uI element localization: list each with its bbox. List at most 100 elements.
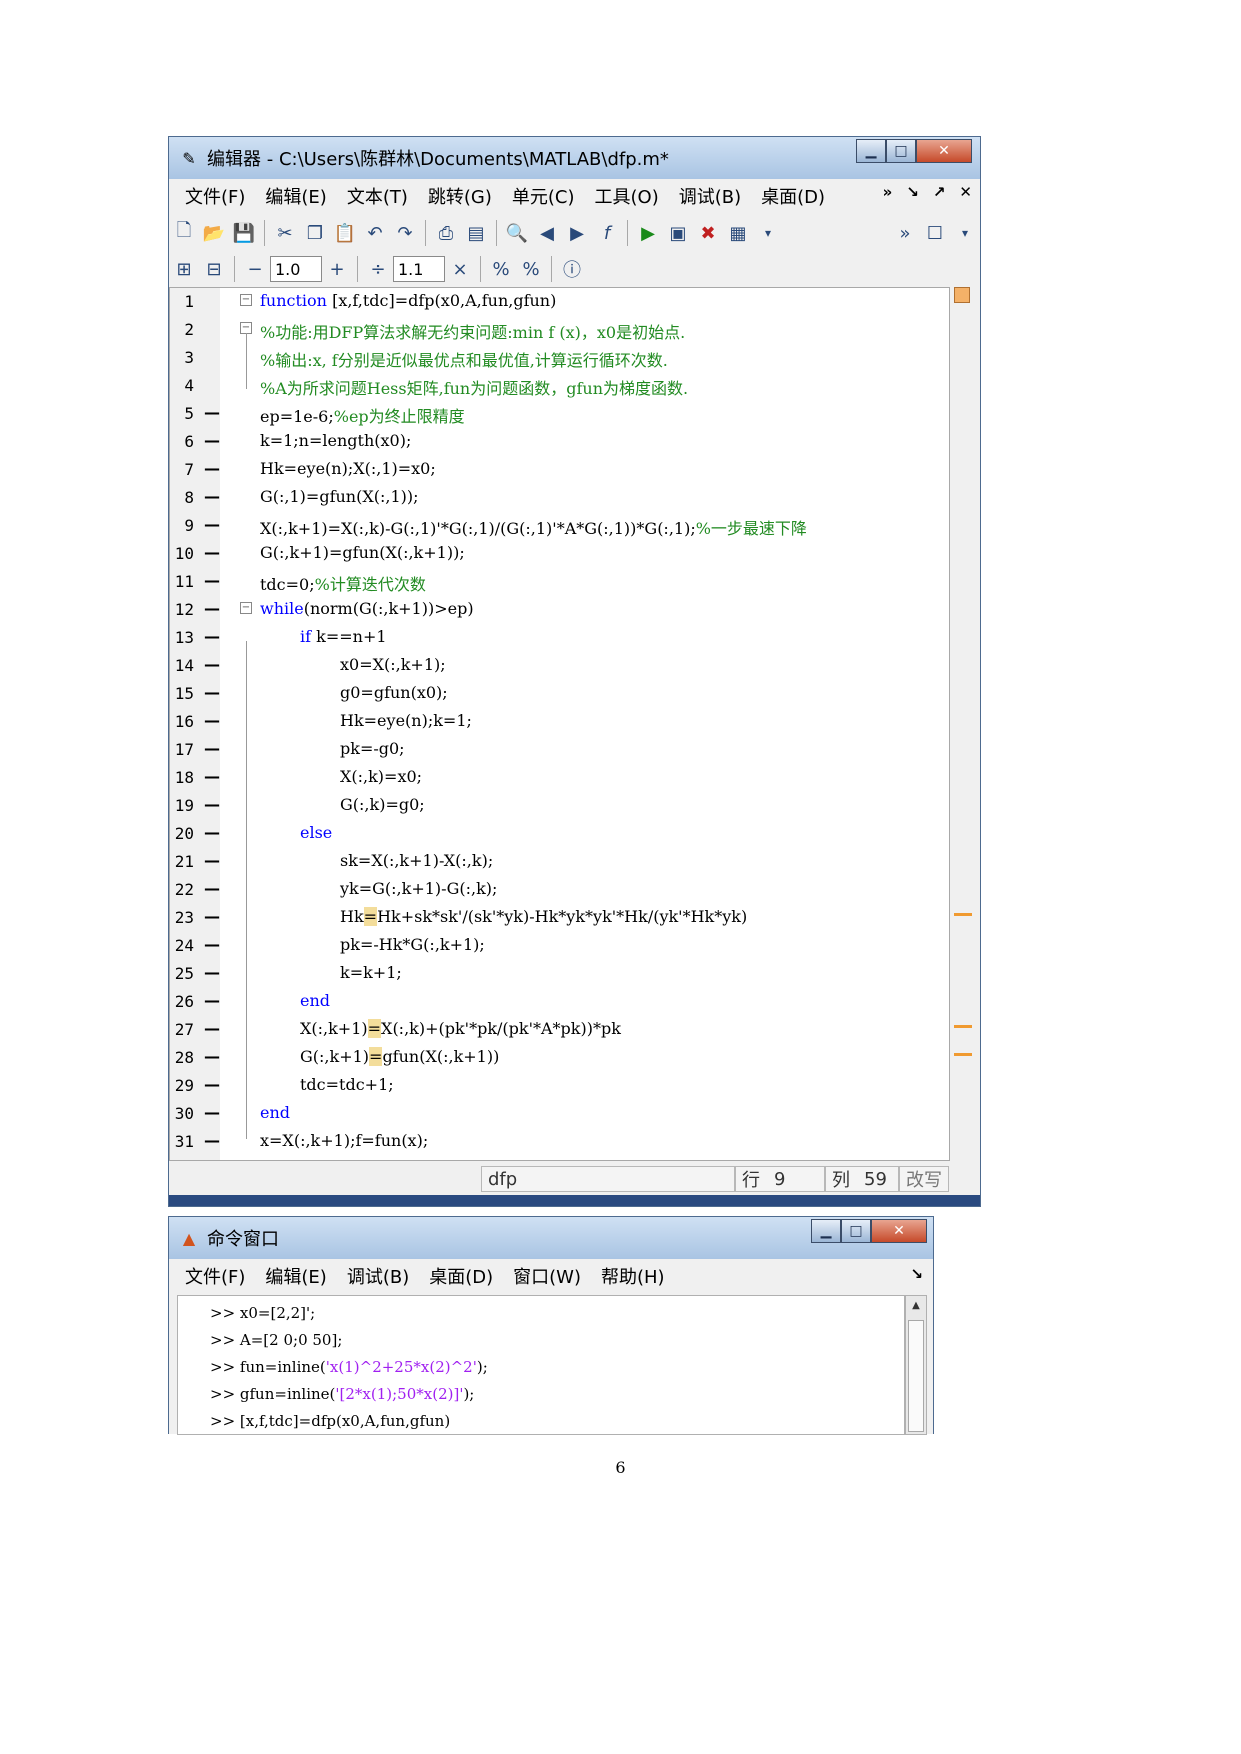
menu-item[interactable]: 编辑(E) [265, 1263, 326, 1289]
maximize-button[interactable]: □ [886, 139, 916, 163]
executable-line-marker[interactable]: — [204, 1019, 220, 1038]
executable-line-marker[interactable]: — [204, 515, 220, 534]
executable-line-marker[interactable]: — [204, 627, 220, 646]
paste-icon[interactable]: 📋 [332, 220, 358, 246]
executable-line-marker[interactable]: — [204, 1131, 220, 1150]
command-titlebar[interactable]: ▲ 命令窗口 ▁ □ ✕ [169, 1217, 933, 1259]
uncomment-percent-icon[interactable]: % [518, 256, 544, 282]
code-line[interactable]: 2 %功能:用DFP算法求解无约束问题:min f (x)，x0是初始点. [170, 316, 949, 344]
multiply-button[interactable]: × [447, 256, 473, 282]
publish-icon[interactable]: ▤ [463, 220, 489, 246]
info-icon[interactable]: ⓘ [559, 256, 585, 282]
code-line[interactable]: 19 — G(:,k)=g0; [170, 792, 949, 820]
code-line[interactable]: 17 — pk=-g0; [170, 736, 949, 764]
code-line[interactable]: 18 — X(:,k)=x0; [170, 764, 949, 792]
code-line[interactable]: 27 — X(:,k+1)=X(:,k)+(pk'*pk/(pk'*A*pk))*p… [170, 1016, 949, 1044]
fold-toggle-icon[interactable]: − [240, 294, 252, 306]
code-line[interactable]: 6 — k=1;n=length(x0); [170, 428, 949, 456]
code-line[interactable]: 13 — if k==n+1 [170, 624, 949, 652]
code-line[interactable]: 26 — end [170, 988, 949, 1016]
code-line[interactable]: 8 — G(:,1)=gfun(X(:,1)); [170, 484, 949, 512]
scroll-thumb[interactable] [908, 1320, 924, 1432]
warning-marker[interactable] [954, 1053, 972, 1056]
multiply-value-input[interactable] [393, 256, 445, 282]
menu-item[interactable]: 单元(C) [512, 183, 575, 209]
open-folder-icon[interactable]: 📂 [201, 220, 227, 246]
menu-item[interactable]: 文件(F) [185, 183, 245, 209]
executable-line-marker[interactable]: — [204, 459, 220, 478]
undock-icon[interactable]: ↗ [933, 183, 946, 201]
executable-line-marker[interactable]: — [204, 907, 220, 926]
set-breakpoint-icon[interactable]: ▣ [665, 220, 691, 246]
menu-item[interactable]: 桌面(D) [429, 1263, 493, 1289]
executable-line-marker[interactable]: — [204, 767, 220, 786]
menu-item[interactable]: 桌面(D) [761, 183, 825, 209]
code-line[interactable]: 22 — yk=G(:,k+1)-G(:,k); [170, 876, 949, 904]
code-line[interactable]: 9 — X(:,k+1)=X(:,k)-G(:,1)'*G(:,1)/(G(:,1)… [170, 512, 949, 540]
executable-line-marker[interactable]: — [204, 1047, 220, 1066]
undo-icon[interactable]: ↶ [362, 220, 388, 246]
code-line[interactable]: 3 %输出:x, f分别是近似最优点和最优值,计算运行循环次数. [170, 344, 949, 372]
close-doc-icon[interactable]: ✕ [959, 183, 972, 201]
eval-cell-icon[interactable]: ⊟ [201, 256, 227, 282]
code-line[interactable]: 29 — tdc=tdc+1; [170, 1072, 949, 1100]
code-line[interactable]: 1 function [x,f,tdc]=dfp(x0,A,fun,gfun) [170, 288, 949, 316]
executable-line-marker[interactable]: — [204, 991, 220, 1010]
executable-line-marker[interactable]: — [204, 851, 220, 870]
minimize-button[interactable]: ▁ [856, 139, 886, 163]
menu-item[interactable]: 跳转(G) [428, 183, 492, 209]
dropdown-icon[interactable]: ▾ [755, 220, 781, 246]
code-line[interactable]: 11 — tdc=0;%计算迭代次数 [170, 568, 949, 596]
code-line[interactable]: 5 — ep=1e-6;%ep为终止限精度 [170, 400, 949, 428]
executable-line-marker[interactable]: — [204, 487, 220, 506]
code-line[interactable]: 24 — pk=-Hk*G(:,k+1); [170, 932, 949, 960]
executable-line-marker[interactable]: — [204, 711, 220, 730]
executable-line-marker[interactable]: — [204, 655, 220, 674]
code-line[interactable]: 28 — G(:,k+1)=gfun(X(:,k+1)) [170, 1044, 949, 1072]
menu-item[interactable]: 文件(F) [185, 1263, 245, 1289]
dock-icon[interactable]: ↘ [906, 183, 919, 201]
layout-dropdown-icon[interactable]: ▾ [952, 220, 978, 246]
close-button[interactable]: ✕ [871, 1219, 927, 1243]
menu-item[interactable]: 帮助(H) [601, 1263, 665, 1289]
executable-line-marker[interactable]: — [204, 403, 220, 422]
code-line[interactable]: 31 — x=X(:,k+1);f=fun(x); [170, 1128, 949, 1156]
executable-line-marker[interactable]: — [204, 431, 220, 450]
scroll-up-icon[interactable]: ▲ [906, 1296, 926, 1316]
code-line[interactable]: 14 — x0=X(:,k+1); [170, 652, 949, 680]
executable-line-marker[interactable]: — [204, 935, 220, 954]
executable-line-marker[interactable]: — [204, 571, 220, 590]
decrement-button[interactable]: − [242, 256, 268, 282]
vertical-scrollbar[interactable]: ▲ [905, 1295, 927, 1435]
stack-icon[interactable]: ▦ [725, 220, 751, 246]
code-line[interactable]: 23 — Hk=Hk+sk*sk'/(sk'*yk)-Hk*yk*yk'*Hk/(y… [170, 904, 949, 932]
code-line[interactable]: 21 — sk=X(:,k+1)-X(:,k); [170, 848, 949, 876]
executable-line-marker[interactable]: — [204, 683, 220, 702]
menu-item[interactable]: 文本(T) [347, 183, 408, 209]
increment-button[interactable]: + [324, 256, 350, 282]
divide-button[interactable]: ÷ [365, 256, 391, 282]
back-arrow-icon[interactable]: ◀ [534, 220, 560, 246]
code-line[interactable]: 12 — while(norm(G(:,k+1))>ep) [170, 596, 949, 624]
more-icon[interactable]: » [883, 183, 893, 201]
executable-line-marker[interactable]: — [204, 879, 220, 898]
warning-status-indicator[interactable] [954, 287, 970, 303]
executable-line-marker[interactable]: — [204, 1075, 220, 1094]
code-line[interactable]: 10 — G(:,k+1)=gfun(X(:,k+1)); [170, 540, 949, 568]
menu-item[interactable]: 窗口(W) [513, 1263, 581, 1289]
forward-arrow-icon[interactable]: ▶ [564, 220, 590, 246]
maximize-button[interactable]: □ [841, 1219, 871, 1243]
executable-line-marker[interactable]: — [204, 823, 220, 842]
menu-item[interactable]: 工具(O) [595, 183, 659, 209]
cut-icon[interactable]: ✂ [272, 220, 298, 246]
run-icon[interactable]: ▶ [635, 220, 661, 246]
executable-line-marker[interactable]: — [204, 599, 220, 618]
clear-breakpoint-icon[interactable]: ✖ [695, 220, 721, 246]
decrement-value-input[interactable] [270, 256, 322, 282]
redo-icon[interactable]: ↷ [392, 220, 418, 246]
warning-marker[interactable] [954, 913, 972, 916]
editor-titlebar[interactable]: ✎ 编辑器 - C:\Users\陈群林\Documents\MATLAB\df… [169, 137, 980, 179]
code-line[interactable]: 20 — else [170, 820, 949, 848]
new-file-icon[interactable]: 🗋 [171, 220, 197, 246]
comment-percent-icon[interactable]: % [488, 256, 514, 282]
